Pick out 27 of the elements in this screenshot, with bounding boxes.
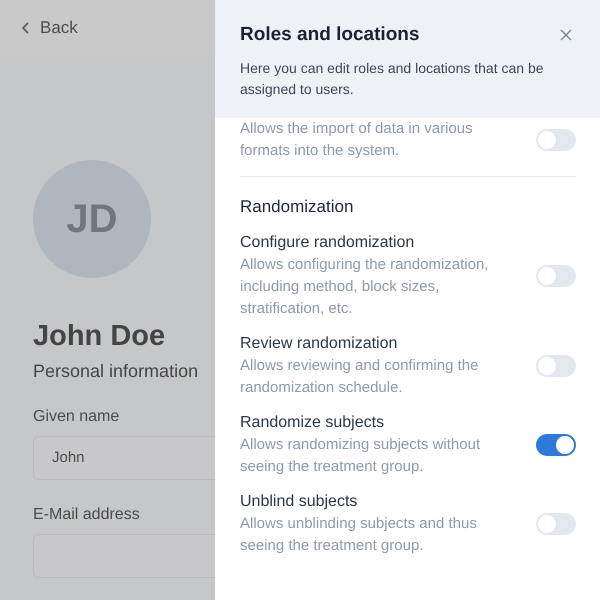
permission-title: Configure randomization bbox=[240, 233, 416, 253]
back-link[interactable]: Back bbox=[22, 18, 78, 38]
permission-title: Review randomization bbox=[240, 334, 398, 354]
input-field[interactable] bbox=[33, 534, 215, 578]
toggle-switch[interactable] bbox=[536, 265, 576, 287]
field-label: E-Mail address bbox=[33, 506, 140, 524]
close-button[interactable] bbox=[558, 27, 574, 43]
permission-description: Allows randomizing subjects without seeing the treatment group. bbox=[240, 435, 482, 477]
section-subtitle: Personal information bbox=[33, 361, 198, 382]
chevron-left-icon bbox=[22, 22, 30, 34]
toggle-switch[interactable] bbox=[536, 355, 576, 377]
section-title: Randomization bbox=[240, 197, 354, 217]
permission-title: Unblind subjects bbox=[240, 492, 358, 512]
permission-title: Randomize subjects bbox=[240, 413, 386, 433]
input-field[interactable]: John bbox=[33, 436, 215, 480]
permission-description: Allows reviewing and confirming the randomization schedule. bbox=[240, 356, 480, 398]
user-name: John Doe bbox=[33, 320, 166, 353]
permission-description: Allows unblinding subjects and thus seeing the treatment group. bbox=[240, 514, 478, 556]
panel-description: Here you can edit roles and locations that can be assigned to users. bbox=[240, 59, 545, 99]
permission-description: Allows configuring the randomization, including method, block sizes, stratification, etc. bbox=[240, 255, 490, 319]
avatar: JD bbox=[33, 160, 151, 278]
toggle-switch[interactable] bbox=[536, 434, 576, 456]
toggle-switch[interactable] bbox=[536, 513, 576, 535]
panel-title: Roles and locations bbox=[240, 24, 420, 46]
toggle-switch[interactable] bbox=[536, 129, 576, 151]
permission-description: Allows the import of data in various formats into the system. bbox=[240, 119, 474, 161]
field-label: Given name bbox=[33, 408, 120, 426]
